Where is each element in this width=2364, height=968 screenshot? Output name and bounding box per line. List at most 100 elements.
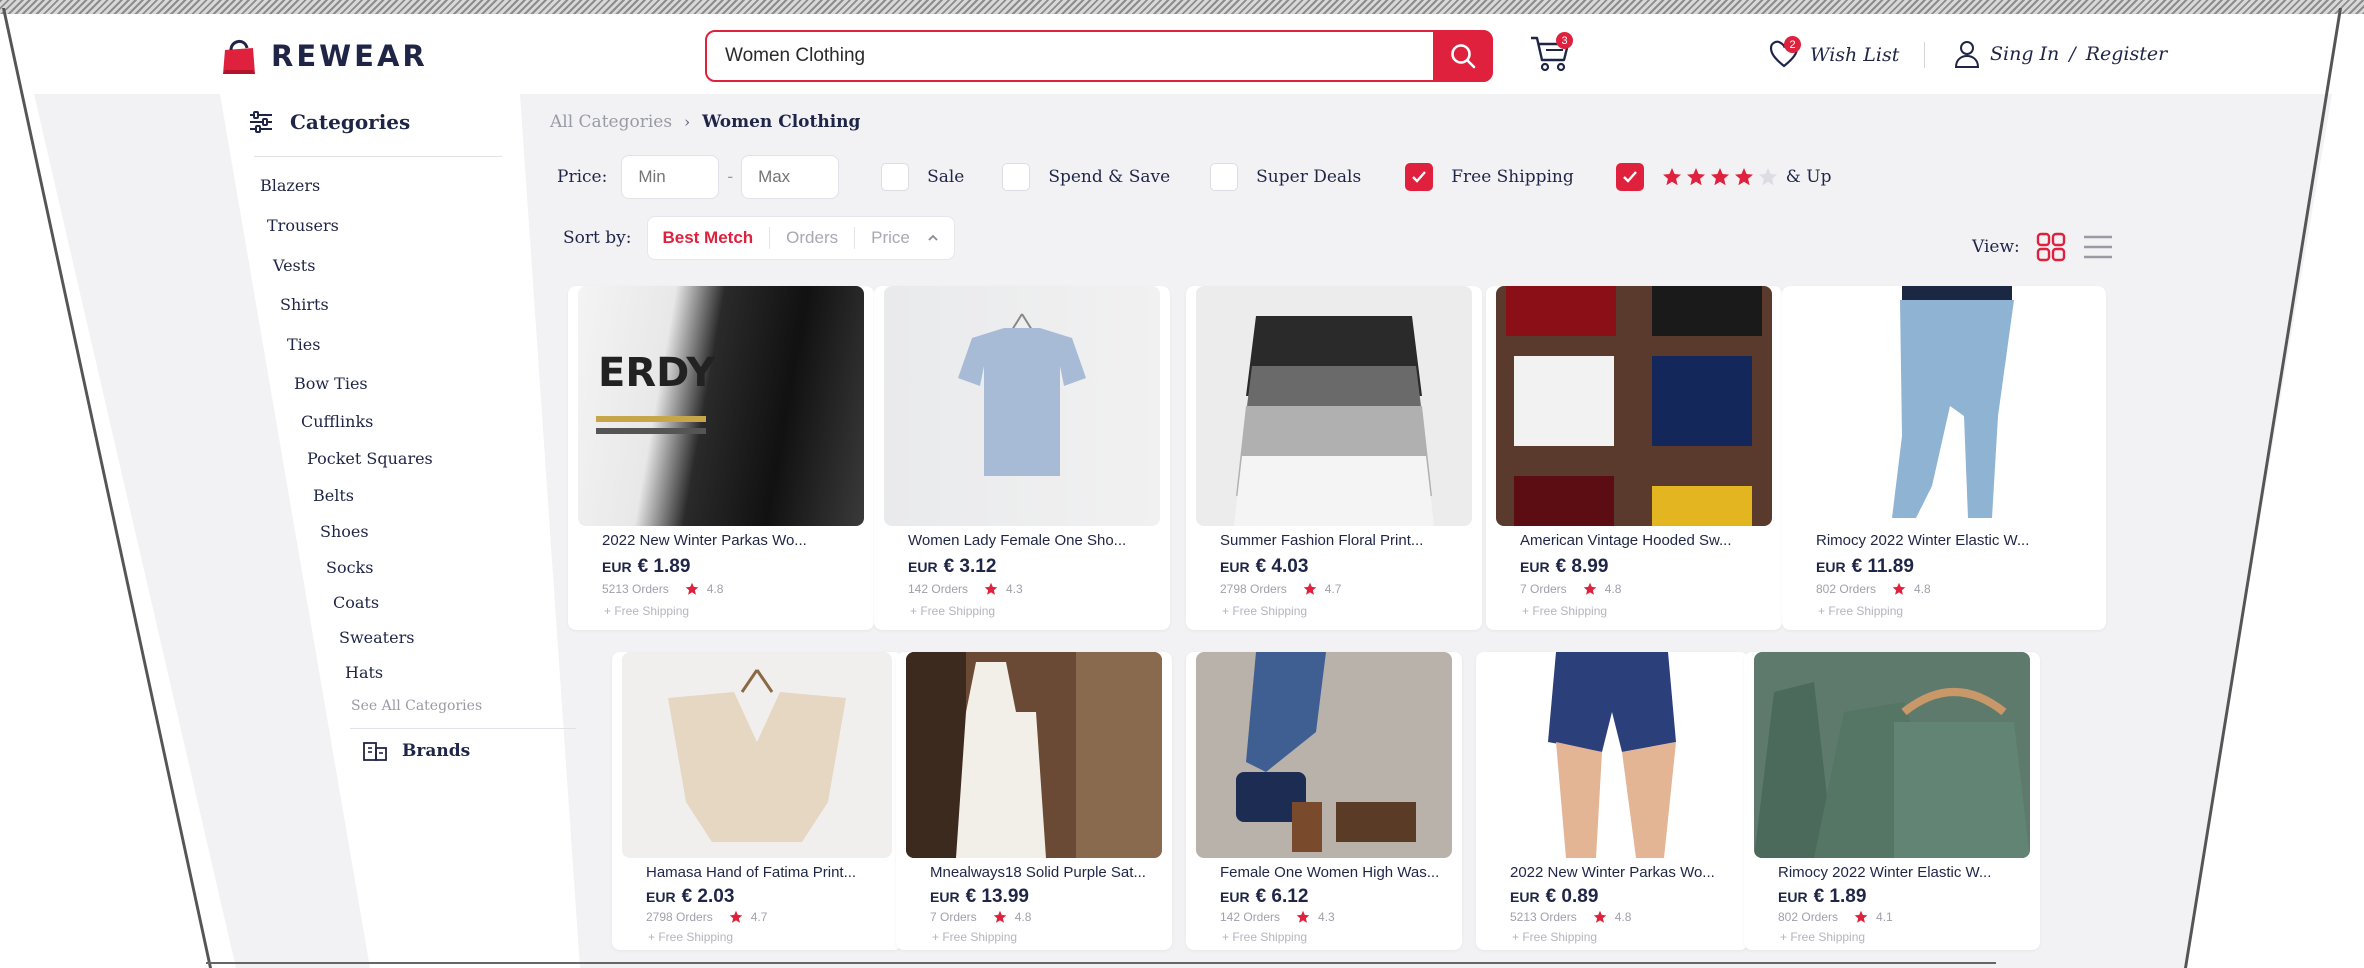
star-icon-filled — [1734, 168, 1753, 186]
spend-save-checkbox[interactable] — [1002, 163, 1031, 191]
category-cufflinks[interactable]: Cufflinks — [301, 412, 373, 431]
product-card[interactable]: American Vintage Hooded Sw... EUR € 8.99… — [1486, 286, 1782, 630]
rating-checkbox[interactable] — [1615, 163, 1644, 191]
product-card[interactable]: Rimocy 2022 Winter Elastic W... EUR € 11… — [1782, 286, 2106, 630]
price-max-input[interactable] — [741, 155, 840, 199]
free-shipping-note: + Free Shipping — [1780, 930, 1866, 944]
product-card[interactable]: ERDY 2022 New Winter Parkas Wo... EUR € … — [568, 286, 874, 630]
product-title[interactable]: Mnealways18 Solid Purple Sat... — [930, 864, 1154, 881]
free-shipping-checkbox[interactable] — [1405, 163, 1434, 191]
see-all-categories-link[interactable]: See All Categories — [351, 698, 482, 714]
product-price: EUR € 13.99 — [930, 886, 1029, 908]
top-stripe — [0, 0, 2364, 14]
category-blazers[interactable]: Blazers — [260, 176, 320, 195]
product-image[interactable] — [1792, 286, 2096, 526]
filter-bar: Price: - Sale Spend & Save Super Deals F… — [557, 154, 1831, 200]
orders-count: 5213 Orders — [1510, 910, 1577, 924]
category-sweaters[interactable]: Sweaters — [339, 628, 414, 647]
product-card[interactable]: Female One Women High Was... EUR € 6.12 … — [1186, 652, 1462, 950]
wishlist-label: Wish List — [1810, 44, 1900, 66]
product-title[interactable]: American Vintage Hooded Sw... — [1520, 532, 1760, 549]
search-button[interactable] — [1433, 30, 1493, 82]
image-illustration — [1234, 316, 1434, 526]
product-card[interactable]: 2022 New Winter Parkas Wo... EUR € 0.89 … — [1476, 652, 1748, 950]
grid-view-icon[interactable] — [2036, 232, 2066, 262]
categories-title: Categories — [290, 110, 411, 134]
product-card[interactable]: Summer Fashion Floral Print... EUR € 4.0… — [1186, 286, 1482, 630]
product-card[interactable]: Mnealways18 Solid Purple Sat... EUR € 13… — [896, 652, 1172, 950]
product-image[interactable] — [1496, 286, 1772, 526]
product-card[interactable]: Hamasa Hand of Fatima Print... EUR € 2.0… — [612, 652, 902, 950]
price-currency: EUR — [646, 889, 676, 905]
category-ties[interactable]: Ties — [287, 335, 320, 354]
product-image[interactable] — [1754, 652, 2030, 858]
free-shipping-note: + Free Shipping — [604, 604, 690, 618]
category-bow-ties[interactable]: Bow Ties — [294, 374, 368, 393]
category-pocket-squares[interactable]: Pocket Squares — [307, 449, 433, 468]
category-hats[interactable]: Hats — [345, 663, 383, 682]
chevron-up-icon[interactable] — [926, 231, 940, 245]
register-link[interactable]: Register — [2086, 43, 2168, 65]
star-icon — [1303, 582, 1317, 595]
sort-orders[interactable]: Orders — [786, 228, 838, 248]
product-title[interactable]: Rimocy 2022 Winter Elastic W... — [1778, 864, 2018, 881]
category-shoes[interactable]: Shoes — [320, 522, 369, 541]
category-socks[interactable]: Socks — [326, 558, 373, 577]
categories-header: Categories — [248, 110, 410, 134]
price-amount: € 4.03 — [1255, 556, 1309, 577]
sort-divider — [854, 227, 856, 249]
price-label: Price: — [557, 167, 608, 187]
product-image[interactable] — [1196, 286, 1472, 526]
cart-button[interactable]: 3 — [1528, 30, 1574, 76]
product-image[interactable] — [884, 286, 1160, 526]
shopping-bag-icon — [223, 40, 255, 74]
category-coats[interactable]: Coats — [333, 593, 379, 612]
free-shipping-note: + Free Shipping — [648, 930, 734, 944]
image-illustration — [1754, 682, 2030, 858]
wishlist-link[interactable]: 2 Wish List — [1768, 36, 1900, 72]
product-title[interactable]: Female One Women High Was... — [1220, 864, 1446, 881]
product-title[interactable]: 2022 New Winter Parkas Wo... — [602, 532, 852, 549]
super-deals-checkbox[interactable] — [1210, 163, 1239, 191]
product-title[interactable]: Hamasa Hand of Fatima Print... — [646, 864, 882, 881]
category-trousers[interactable]: Trousers — [267, 216, 339, 235]
product-title[interactable]: 2022 New Winter Parkas Wo... — [1510, 864, 1730, 881]
star-icon — [1583, 582, 1596, 595]
sale-checkbox[interactable] — [881, 163, 910, 191]
category-shirts[interactable]: Shirts — [280, 295, 329, 314]
search-input[interactable] — [707, 32, 1433, 80]
product-image[interactable]: ERDY — [578, 286, 864, 526]
product-price: EUR € 1.89 — [1778, 886, 1866, 908]
frame-border-bottom — [206, 962, 1996, 964]
star-icon-filled — [1710, 168, 1729, 186]
product-image[interactable] — [906, 652, 1162, 858]
product-title[interactable]: Summer Fashion Floral Print... — [1220, 532, 1460, 549]
category-vests[interactable]: Vests — [273, 256, 315, 275]
orders-count: 7 Orders — [1520, 582, 1567, 596]
price-min-input[interactable] — [621, 155, 720, 199]
breadcrumb: All Categories › Women Clothing — [550, 112, 860, 132]
rating-value: 4.3 — [1318, 910, 1335, 924]
brands-section[interactable]: Brands — [362, 740, 470, 762]
star-icon — [1296, 910, 1310, 923]
category-belts[interactable]: Belts — [313, 486, 354, 505]
product-title[interactable]: Women Lady Female One Sho... — [908, 532, 1148, 549]
product-card[interactable]: Women Lady Female One Sho... EUR € 3.12 … — [874, 286, 1170, 630]
sort-best-match[interactable]: Best Metch — [662, 228, 753, 248]
logo[interactable]: REWEAR — [217, 34, 428, 78]
list-view-icon[interactable] — [2082, 233, 2114, 261]
product-image[interactable] — [1196, 652, 1452, 858]
free-shipping-note: + Free Shipping — [1222, 604, 1308, 618]
product-price: EUR € 8.99 — [1520, 556, 1608, 578]
sort-options: Best Metch Orders Price — [647, 216, 955, 260]
rating-value: 4.7 — [1324, 582, 1342, 596]
product-title[interactable]: Rimocy 2022 Winter Elastic W... — [1816, 532, 2076, 549]
orders-count: 2798 Orders — [646, 910, 713, 924]
sort-price[interactable]: Price — [871, 228, 910, 248]
breadcrumb-root[interactable]: All Categories — [550, 112, 672, 132]
product-image[interactable] — [622, 652, 892, 858]
product-image[interactable] — [1486, 652, 1738, 858]
view-label: View: — [1972, 237, 2020, 257]
product-card[interactable]: Rimocy 2022 Winter Elastic W... EUR € 1.… — [1744, 652, 2040, 950]
sign-in-link[interactable]: Sing In — [1990, 43, 2059, 65]
